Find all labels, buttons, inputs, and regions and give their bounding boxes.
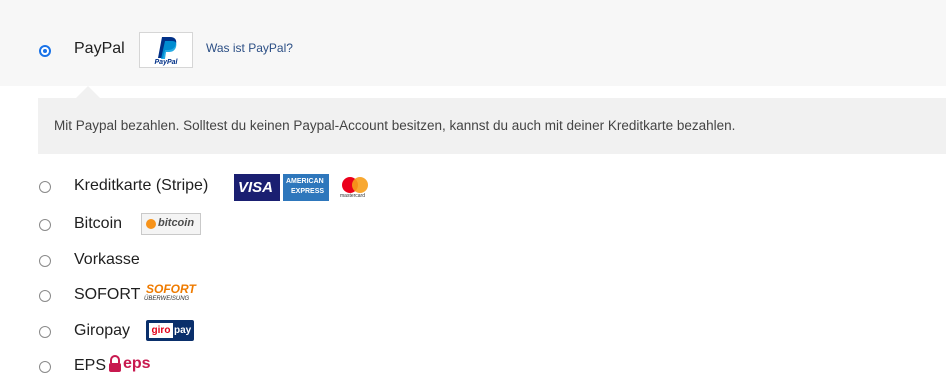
giropay-logo: giro pay [146, 320, 194, 341]
amex-logo-line2: EXPRESS [291, 188, 325, 195]
paypal-description: Mit Paypal bezahlen. Solltest du keinen … [54, 118, 736, 133]
paypal-logo-text: PayPal [155, 59, 179, 66]
eps-lock-icon [109, 355, 121, 372]
mastercard-logo: mastercard [334, 174, 376, 201]
eps-label[interactable]: EPS [74, 357, 106, 375]
sofort-logo-sub: ÜBERWEISUNG [144, 296, 190, 302]
visa-logo: VISA [234, 174, 280, 201]
kreditkarte-label[interactable]: Kreditkarte (Stripe) [74, 177, 208, 195]
sofort-logo: SOFORT ÜBERWEISUNG [143, 282, 207, 306]
eps-radio[interactable] [39, 361, 51, 373]
bitcoin-label[interactable]: Bitcoin [74, 215, 122, 233]
bitcoin-radio[interactable] [39, 219, 51, 231]
paypal-description-box: Mit Paypal bezahlen. Solltest du keinen … [38, 98, 946, 154]
amex-logo: AMERICAN EXPRESS [283, 174, 329, 201]
bitcoin-icon [146, 219, 156, 229]
info-box-arrow [76, 86, 100, 98]
visa-logo-text: VISA [238, 179, 274, 196]
kreditkarte-radio[interactable] [39, 181, 51, 193]
sofort-logo-text: SOFORT [146, 282, 196, 296]
paypal-label[interactable]: PayPal [74, 40, 125, 58]
sofort-label[interactable]: SOFORT [74, 286, 140, 304]
amex-logo-line1: AMERICAN [286, 178, 324, 185]
eps-logo-text: eps [123, 355, 151, 372]
paypal-p-icon: PayPal [155, 37, 179, 66]
vorkasse-radio[interactable] [39, 255, 51, 267]
mastercard-logo-text: mastercard [340, 193, 366, 199]
sofort-radio[interactable] [39, 290, 51, 302]
giropay-label[interactable]: Giropay [74, 322, 130, 340]
bitcoin-logo: bitcoin [141, 213, 201, 235]
paypal-logo: PayPal [139, 32, 193, 68]
eps-logo: eps [108, 353, 151, 377]
what-is-paypal-link[interactable]: Was ist PayPal? [206, 41, 293, 55]
bitcoin-logo-text: bitcoin [158, 217, 195, 229]
giropay-radio[interactable] [39, 326, 51, 338]
giropay-logo-pay: pay [174, 325, 192, 336]
giropay-logo-giro: giro [149, 323, 173, 338]
paypal-radio[interactable] [39, 45, 51, 57]
vorkasse-label[interactable]: Vorkasse [74, 251, 140, 269]
